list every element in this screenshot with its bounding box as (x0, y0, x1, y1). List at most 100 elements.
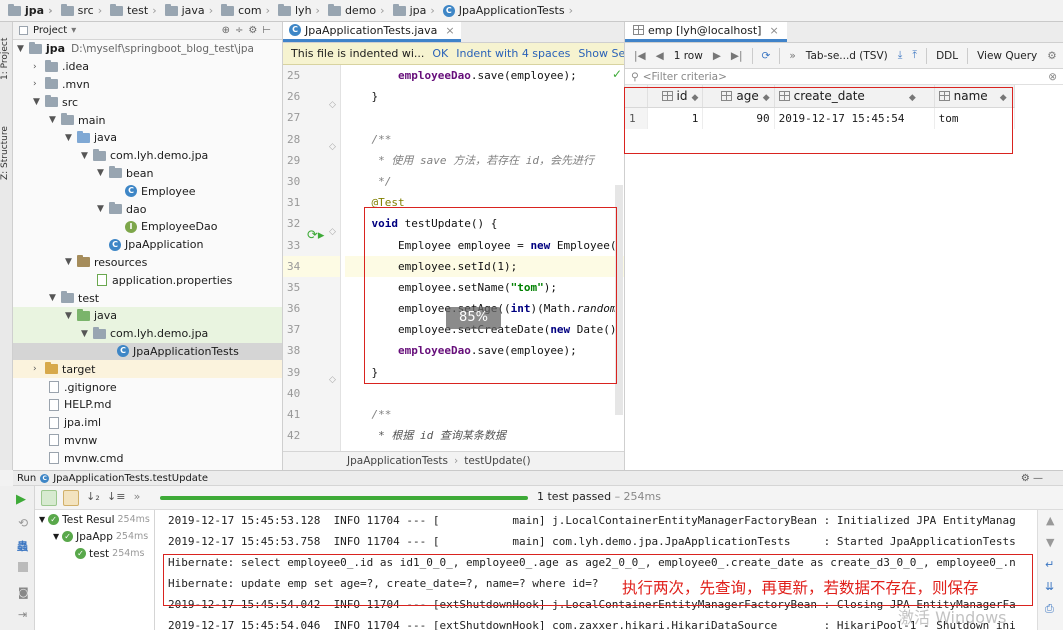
tree-item-main-java[interactable]: ▼ java (13, 129, 282, 147)
tree-item-test-package[interactable]: ▼ com.lyh.demo.jpa (13, 324, 282, 343)
breadcrumb-java[interactable]: java › (161, 3, 217, 17)
tree-item-dao[interactable]: ▼ dao (13, 200, 282, 218)
chevron-down-icon[interactable]: ▼ (49, 115, 57, 125)
close-icon[interactable]: ⊗ (1048, 71, 1057, 83)
tree-root-jpa[interactable]: ▼ jpa D:\myself\springboot_blog_test\jpa (13, 40, 282, 58)
ddl-button[interactable]: DDL (936, 50, 958, 62)
sort-duration-icon[interactable]: ↓≡ (107, 490, 125, 506)
tree-item-mvn[interactable]: › .mvn (13, 76, 282, 94)
notice-ok-link[interactable]: OK (432, 47, 448, 60)
project-header-tools[interactable]: ⊕÷⚙⊢ (222, 25, 276, 36)
show-ignored-icon[interactable] (63, 489, 79, 506)
tree-item-mvnw-cmd[interactable]: mvnw.cmd (13, 449, 282, 467)
chevron-down-icon[interactable]: ▼ (49, 293, 57, 303)
chevron-right-icon[interactable]: › (33, 62, 41, 72)
tree-item-target[interactable]: › target (13, 360, 282, 379)
camera-icon[interactable]: ◙ (18, 586, 29, 599)
tree-item-src[interactable]: ▼ src (13, 93, 282, 111)
view-query-button[interactable]: View Query (977, 50, 1037, 62)
tree-item-jpa-iml[interactable]: jpa.iml (13, 414, 282, 432)
tree-item-main[interactable]: ▼ main (13, 111, 282, 129)
debug-icon[interactable]: 蟲 (17, 538, 28, 554)
filter-bar[interactable]: ⚲ <Filter criteria> ⊗ (625, 69, 1063, 85)
previous-page-icon[interactable]: ◀ (656, 50, 664, 62)
notice-settings-link[interactable]: Show Settings (578, 47, 624, 60)
test-tree-method[interactable]: ✓ test 254ms (35, 545, 154, 562)
breadcrumb-lyh[interactable]: lyh › (274, 3, 324, 17)
gear-icon[interactable]: ⚙ — (1021, 473, 1043, 484)
soft-wrap-icon[interactable]: ↵ (1045, 558, 1054, 571)
breadcrumb-class[interactable]: C JpaApplicationTests › (439, 4, 577, 17)
stop-icon[interactable] (18, 562, 28, 572)
tree-item-test-java[interactable]: ▼ java (13, 306, 282, 325)
chevron-down-icon[interactable]: ▼ (81, 151, 89, 161)
upload-icon[interactable]: ⤒ (912, 49, 917, 62)
breadcrumb-demo[interactable]: demo › (324, 3, 389, 17)
chevron-right-icon[interactable]: › (33, 364, 41, 374)
project-tool-tab[interactable]: 1: Project (0, 28, 13, 90)
chevron-down-icon[interactable]: ▼ (65, 133, 73, 143)
chevron-down-icon[interactable]: ▼ (65, 311, 73, 321)
rerun-failed-icon[interactable]: ⟲ (18, 516, 28, 530)
tree-item-jpa-application-tests[interactable]: C JpaApplicationTests (13, 342, 282, 361)
run-test-gutter-icon[interactable]: ⟳▸ (307, 228, 324, 243)
test-tree-class[interactable]: ▼ ✓ JpaApp 254ms (35, 528, 154, 545)
tree-item-bean[interactable]: ▼ bean (13, 165, 282, 183)
rerun-icon[interactable]: ▶ (16, 492, 26, 507)
breadcrumb-test[interactable]: test › (106, 3, 161, 17)
breadcrumb-jpa[interactable]: jpa › (4, 3, 57, 17)
tree-item-employee-dao[interactable]: I EmployeeDao (13, 218, 282, 236)
chevron-down-icon[interactable]: ▼ (33, 97, 41, 107)
tree-item-application-properties[interactable]: application.properties (13, 271, 282, 289)
filter-input[interactable]: <Filter criteria> (643, 71, 727, 83)
tree-item-test[interactable]: ▼ test (13, 289, 282, 307)
show-passed-icon[interactable] (41, 489, 57, 506)
editor-crumb-method[interactable]: testUpdate() (464, 455, 530, 467)
chevron-down-icon[interactable]: ▼ (81, 329, 89, 339)
export-format-selector[interactable]: Tab-se...d (TSV) (806, 50, 888, 62)
project-view-selector[interactable]: Project (33, 25, 67, 36)
first-page-icon[interactable]: |◀ (634, 50, 646, 62)
sort-alpha-icon[interactable]: ↓₂ (85, 490, 101, 506)
next-page-icon[interactable]: ▶ (713, 50, 721, 62)
close-icon[interactable]: × (445, 24, 454, 37)
fold-icon[interactable]: ◇ (329, 375, 336, 385)
scroll-down-icon[interactable]: ▼ (1046, 536, 1054, 549)
tree-item-mvnw[interactable]: mvnw (13, 432, 282, 450)
print-icon[interactable]: ⎙ (1045, 602, 1054, 616)
fold-icon[interactable]: ◇ (329, 100, 336, 110)
chevron-down-icon[interactable]: ▼ (97, 168, 105, 178)
tree-item-main-package[interactable]: ▼ com.lyh.demo.jpa (13, 147, 282, 165)
breadcrumb-jpa-package[interactable]: jpa › (389, 3, 439, 17)
tree-item-employee[interactable]: C Employee (13, 182, 282, 200)
tree-item-help-md[interactable]: HELP.md (13, 396, 282, 414)
fold-icon[interactable]: ◇ (329, 227, 336, 237)
download-icon[interactable]: ⤓ (898, 49, 903, 62)
last-page-icon[interactable]: ▶| (731, 50, 743, 62)
chevron-down-icon[interactable]: ▼ (97, 204, 105, 214)
run-config-name[interactable]: JpaApplicationTests.testUpdate (53, 473, 208, 484)
exit-icon[interactable]: ⇥ (18, 608, 27, 621)
editor-tab-jpa-application-tests[interactable]: C JpaApplicationTests.java × (283, 22, 461, 42)
scroll-end-icon[interactable]: ⇊ (1045, 580, 1054, 593)
chevron-down-icon[interactable]: ▾ (71, 25, 76, 36)
editor-crumb-class[interactable]: JpaApplicationTests (347, 455, 448, 467)
chevron-right-icon[interactable]: › (33, 79, 41, 89)
chevron-down-icon[interactable]: ▼ (53, 532, 59, 541)
tree-item-gitignore[interactable]: .gitignore (13, 378, 282, 396)
breadcrumb-com[interactable]: com › (217, 3, 274, 17)
tree-item-resources[interactable]: ▼ resources (13, 254, 282, 272)
refresh-icon[interactable]: ⟳ (762, 50, 771, 62)
more-icon[interactable]: » (789, 50, 795, 62)
db-tab-emp[interactable]: emp [lyh@localhost] × (625, 22, 787, 42)
scroll-up-icon[interactable]: ▲ (1046, 514, 1054, 527)
gear-icon[interactable]: ⚙ (1047, 50, 1056, 62)
breadcrumb-src[interactable]: src › (57, 3, 106, 17)
test-tree-root[interactable]: ▼ ✓ Test Resul 254ms (35, 511, 154, 528)
fold-icon[interactable]: ◇ (329, 142, 336, 152)
tree-item-jpa-application[interactable]: C JpaApplication (13, 236, 282, 254)
notice-indent-link[interactable]: Indent with 4 spaces (456, 47, 570, 60)
tree-item-idea[interactable]: › .idea (13, 58, 282, 76)
structure-tool-tab[interactable]: Z: Structure (0, 118, 13, 188)
close-icon[interactable]: × (769, 24, 778, 37)
